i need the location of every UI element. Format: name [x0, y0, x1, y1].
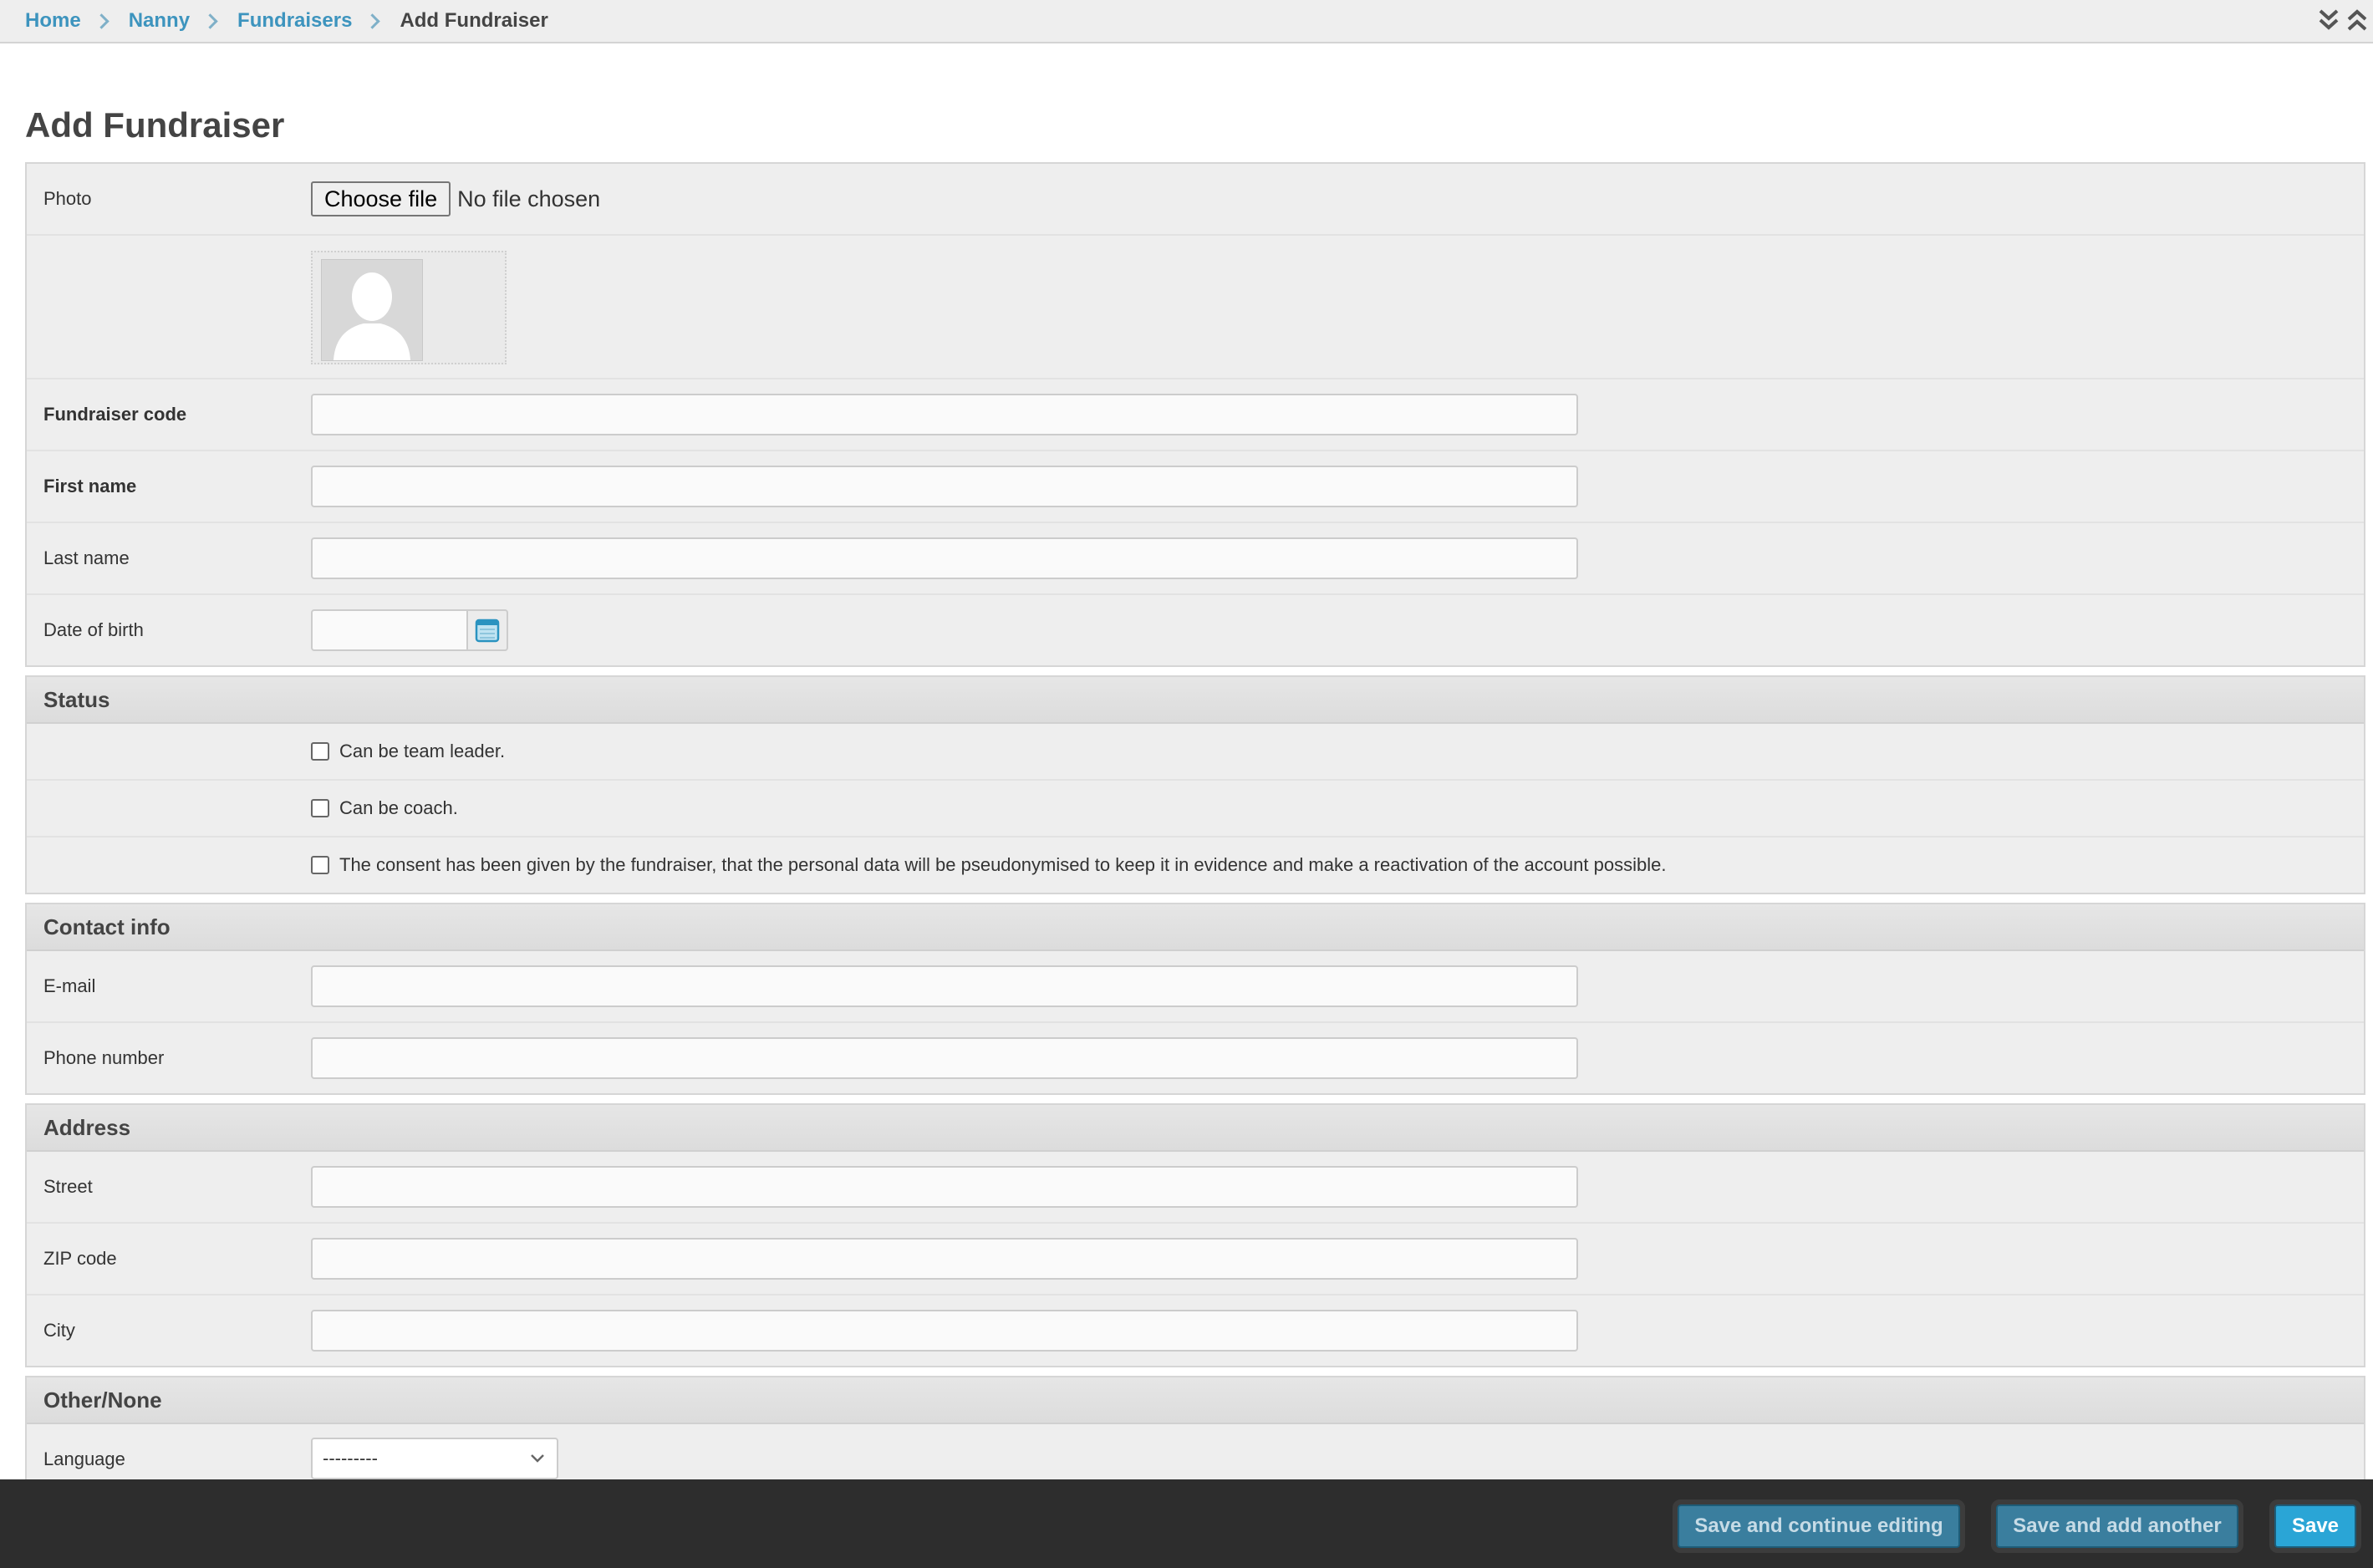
- consent-checkbox[interactable]: [311, 856, 329, 874]
- language-label: Language: [43, 1448, 125, 1469]
- double-chevron-up-icon[interactable]: [2346, 8, 2368, 32]
- double-chevron-down-icon[interactable]: [2318, 8, 2340, 32]
- photo-file-widget: Choose file No file chosen: [311, 181, 600, 216]
- page-title: Add Fundraiser: [25, 105, 285, 145]
- breadcrumb-current: Add Fundraiser: [400, 9, 548, 32]
- date-of-birth-input[interactable]: [311, 609, 468, 651]
- language-select[interactable]: ---------: [311, 1438, 558, 1479]
- phone-label: Phone number: [43, 1047, 165, 1068]
- form-row-team-leader: Can be team leader.: [27, 724, 2364, 781]
- breadcrumb: Home Nanny Fundraisers Add Fundraiser: [25, 0, 548, 42]
- fieldset-address: Address Street ZIP code City: [25, 1103, 2365, 1367]
- fundraiser-code-label: Fundraiser code: [43, 404, 187, 425]
- last-name-label: Last name: [43, 547, 130, 568]
- form-row-first-name: First name: [27, 451, 2364, 523]
- chevron-right-icon: [364, 13, 381, 29]
- fieldset-main: Photo Choose file No file chosen Fundrai…: [25, 162, 2365, 667]
- consent-option[interactable]: The consent has been given by the fundra…: [311, 854, 1666, 876]
- language-select-value: ---------: [323, 1448, 378, 1469]
- form-row-last-name: Last name: [27, 523, 2364, 595]
- street-input[interactable]: [311, 1166, 1578, 1208]
- form-row-email: E-mail: [27, 951, 2364, 1023]
- form-row-fundraiser-code: Fundraiser code: [27, 379, 2364, 451]
- zip-label: ZIP code: [43, 1248, 117, 1269]
- street-label: Street: [43, 1176, 93, 1197]
- first-name-input[interactable]: [311, 466, 1578, 507]
- breadcrumb-bar: Home Nanny Fundraisers Add Fundraiser: [0, 0, 2373, 43]
- save-continue-button[interactable]: Save and continue editing: [1673, 1499, 1965, 1553]
- form-row-coach: Can be coach.: [27, 781, 2364, 837]
- team-leader-checkbox[interactable]: [311, 742, 329, 761]
- fieldset-toggles: [2318, 8, 2368, 32]
- chevron-right-icon: [202, 13, 218, 29]
- coach-label: Can be coach.: [339, 797, 458, 818]
- form-row-photo-preview: [27, 236, 2364, 379]
- fundraiser-code-input[interactable]: [311, 394, 1578, 435]
- save-add-another-button[interactable]: Save and add another: [1991, 1499, 2243, 1553]
- status-heading: Status: [27, 677, 2364, 724]
- calendar-icon: [475, 619, 500, 643]
- form-row-consent: The consent has been given by the fundra…: [27, 837, 2364, 893]
- consent-label: The consent has been given by the fundra…: [339, 854, 1667, 875]
- coach-checkbox[interactable]: [311, 799, 329, 817]
- chevron-right-icon: [93, 13, 109, 29]
- save-button[interactable]: Save: [2269, 1499, 2361, 1553]
- chevron-down-icon: [531, 1454, 544, 1463]
- photo-label: Photo: [43, 188, 92, 209]
- breadcrumb-link-nanny[interactable]: Nanny: [129, 9, 190, 33]
- coach-option[interactable]: Can be coach.: [311, 797, 458, 819]
- address-heading: Address: [27, 1105, 2364, 1152]
- city-label: City: [43, 1320, 75, 1341]
- email-input[interactable]: [311, 965, 1578, 1007]
- date-of-birth-label: Date of birth: [43, 619, 144, 640]
- email-label: E-mail: [43, 975, 96, 996]
- form-row-zip: ZIP code: [27, 1224, 2364, 1296]
- contact-heading: Contact info: [27, 904, 2364, 951]
- breadcrumb-link-fundraisers[interactable]: Fundraisers: [237, 9, 352, 33]
- calendar-button[interactable]: [466, 609, 508, 651]
- choose-file-button[interactable]: Choose file: [311, 181, 451, 216]
- zip-input[interactable]: [311, 1238, 1578, 1280]
- breadcrumb-link-home[interactable]: Home: [25, 9, 81, 33]
- last-name-input[interactable]: [311, 537, 1578, 579]
- form-row-photo: Photo Choose file No file chosen: [27, 164, 2364, 236]
- form-row-phone: Phone number: [27, 1023, 2364, 1093]
- fieldset-status: Status Can be team leader. Can be coach.…: [25, 675, 2365, 894]
- submit-row: Save and continue editing Save and add a…: [0, 1479, 2373, 1568]
- other-heading: Other/None: [27, 1377, 2364, 1424]
- file-status: No file chosen: [457, 186, 601, 211]
- fieldset-contact: Contact info E-mail Phone number: [25, 903, 2365, 1095]
- form-row-street: Street: [27, 1152, 2364, 1224]
- phone-input[interactable]: [311, 1037, 1578, 1079]
- photo-preview: [311, 251, 507, 364]
- city-input[interactable]: [311, 1310, 1578, 1352]
- first-name-label: First name: [43, 476, 137, 496]
- team-leader-label: Can be team leader.: [339, 741, 506, 761]
- form-row-city: City: [27, 1296, 2364, 1366]
- form-row-date-of-birth: Date of birth: [27, 595, 2364, 665]
- avatar-placeholder-icon: [321, 259, 423, 361]
- team-leader-option[interactable]: Can be team leader.: [311, 741, 505, 762]
